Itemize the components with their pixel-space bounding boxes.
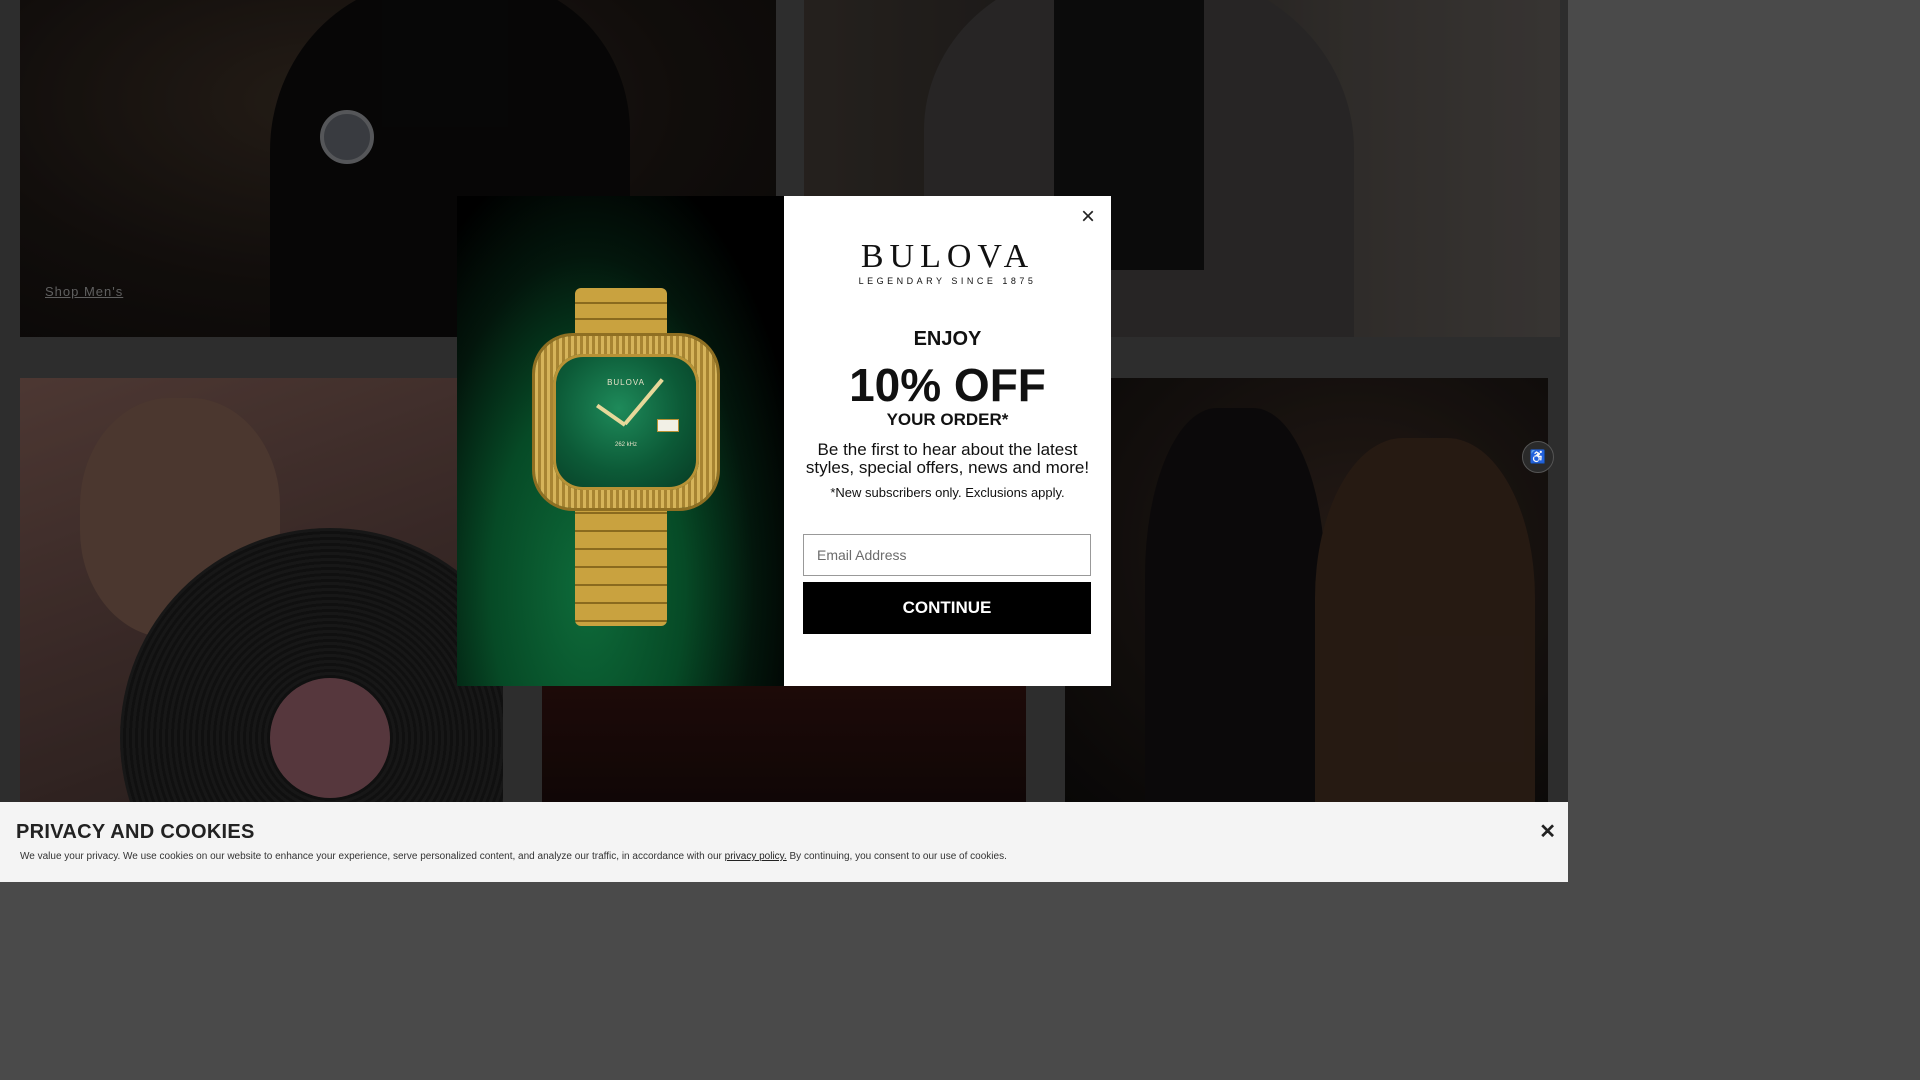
record-model-tile[interactable] <box>20 378 503 802</box>
mens-wristwatch-image <box>320 110 374 164</box>
offer-subhead: YOUR ORDER* <box>886 410 1009 429</box>
cookie-banner: PRIVACY AND COOKIES We value your privac… <box>0 802 1568 882</box>
offer-fine-print: *New subscribers only. Exclusions apply. <box>830 485 1065 500</box>
close-icon[interactable]: × <box>1077 205 1099 229</box>
popup-form-panel: × BULOVA LEGENDARY SINCE 1875 ENJOY 10% … <box>784 196 1111 686</box>
accessibility-icon[interactable]: ♿ <box>1522 441 1554 473</box>
logo-wordmark: BULOVA <box>860 238 1035 275</box>
cookie-text-after: By continuing, you consent to our use of… <box>786 851 1007 862</box>
offer-intro: ENJOY <box>913 328 982 350</box>
woman-silhouette <box>1315 438 1535 802</box>
watch-bracelet-bottom <box>575 496 667 626</box>
watch-date-window <box>657 419 679 432</box>
cookie-banner-text: We value your privacy. We use cookies on… <box>20 851 1007 862</box>
couple-tile[interactable] <box>1065 378 1548 802</box>
watch-dial-brand: BULOVA <box>607 378 645 387</box>
continue-button[interactable]: CONTINUE <box>803 582 1091 634</box>
newsletter-popup: BULOVA 262 kHz × BULOVA LEGENDARY SINCE … <box>457 196 1111 686</box>
email-field[interactable] <box>803 534 1091 576</box>
close-icon[interactable]: ✕ <box>1539 822 1556 842</box>
vinyl-label-image <box>270 678 390 798</box>
privacy-policy-link[interactable]: privacy policy. <box>725 851 787 862</box>
logo-tagline: LEGENDARY SINCE 1875 <box>858 276 1037 286</box>
offer-description: Be the first to hear about the latest st… <box>805 440 1090 477</box>
popup-product-image: BULOVA 262 kHz <box>457 196 784 686</box>
watch-dial-frequency: 262 kHz <box>614 442 637 448</box>
offer-headline: 10% OFF <box>849 359 1046 411</box>
shop-mens-link[interactable]: Shop Men's <box>45 284 123 299</box>
cookie-text-before: We value your privacy. We use cookies on… <box>20 851 725 862</box>
bulova-logo: BULOVA LEGENDARY SINCE 1875 <box>784 238 1111 287</box>
cookie-banner-title: PRIVACY AND COOKIES <box>16 821 255 843</box>
man-silhouette <box>1145 408 1325 802</box>
